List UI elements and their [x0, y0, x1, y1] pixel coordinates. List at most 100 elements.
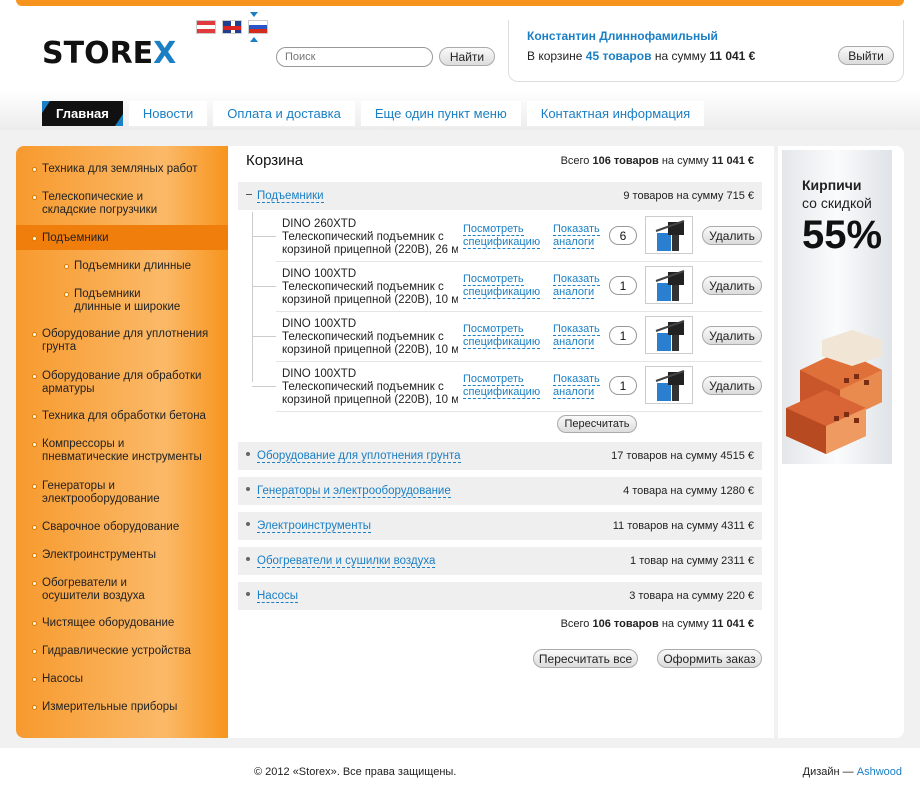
delete-button[interactable]: Удалить [702, 226, 762, 245]
sidebar-item-label: Подъемники длинные [74, 260, 191, 272]
cart-total-bottom: Всего 106 товаров на сумму 11 041 € [560, 618, 754, 630]
cart-group-open: Подъемники 9 товаров на сумму 715 € [238, 182, 762, 210]
cart-group-summary: 11 товаров на сумму 4311 € [612, 520, 754, 532]
user-name[interactable]: Константин Длиннофамильный [527, 29, 718, 43]
product-thumbnail[interactable] [645, 266, 693, 304]
show-analogs-link[interactable]: Показать аналоги [553, 373, 600, 399]
view-spec-link[interactable]: Посмотреть спецификацию [463, 273, 541, 299]
product-thumbnail[interactable] [645, 316, 693, 354]
banner-line2: со скидкой [802, 195, 872, 211]
search-input[interactable] [276, 47, 433, 67]
cart-total-top: Всего 106 товаров на сумму 11 041 € [560, 155, 754, 167]
bullet-icon [32, 621, 37, 626]
bullet-icon [32, 705, 37, 710]
sidebar-item-label: Сварочное оборудование [42, 521, 180, 533]
sidebar-item-label: Генераторы и электрооборудование [42, 480, 160, 505]
sidebar-item-label: Обогреватели и осушители воздуха [42, 577, 145, 602]
quantity-input[interactable] [609, 276, 637, 295]
flag-austria-icon[interactable] [196, 20, 216, 34]
sidebar-item-label: Чистящее оборудование [42, 617, 175, 629]
product-name: DINO 100XTD Телескопический подъемник с ко… [282, 268, 458, 306]
sidebar-item-label: Измерительные приборы [42, 701, 178, 713]
top-accent-bar [16, 0, 904, 6]
search-button[interactable]: Найти [439, 47, 495, 66]
bullet-icon [32, 167, 37, 172]
sidebar-item-label: Подъемники [42, 232, 109, 244]
bullet-icon [32, 553, 37, 558]
product-name: DINO 100XTD Телескопический подъемник с ко… [282, 368, 458, 406]
flag-russia-icon[interactable] [248, 20, 268, 34]
product-name: DINO 100XTD Телескопический подъемник с ко… [282, 318, 458, 356]
sidebar-item-label: Оборудование для обработки арматуры [42, 370, 202, 395]
nav-home[interactable]: Главная [42, 101, 123, 126]
expand-icon[interactable] [246, 452, 250, 456]
show-analogs-link[interactable]: Показать аналоги [553, 273, 600, 299]
product-name: DINO 260XTD Телескопический подъемник с ко… [282, 218, 458, 256]
view-spec-link[interactable]: Посмотреть спецификацию [463, 373, 541, 399]
view-spec-link[interactable]: Посмотреть спецификацию [463, 323, 541, 349]
sidebar-item-label: Насосы [42, 673, 83, 685]
cart-item-row: DINO 260XTD Телескопический подъемник с ко… [252, 212, 762, 262]
bullet-icon [32, 442, 37, 447]
cart-count-link[interactable]: 45 товаров [586, 49, 652, 63]
quantity-input[interactable] [609, 326, 637, 345]
logout-button[interactable]: Выйти [838, 46, 894, 65]
sidebar-item-label: Гидравлические устройства [42, 645, 191, 657]
delete-button[interactable]: Удалить [702, 376, 762, 395]
row-separator [276, 411, 762, 412]
view-spec-link[interactable]: Посмотреть спецификацию [463, 223, 541, 249]
promo-banner[interactable]: Кирпичи со скидкой 55% [778, 146, 904, 738]
expand-icon[interactable] [246, 592, 250, 596]
cart-group-name[interactable]: Обогреватели и сушилки воздуха [257, 555, 436, 568]
bullet-icon [32, 195, 37, 200]
expand-icon[interactable] [246, 522, 250, 526]
bullet-icon [32, 525, 37, 530]
bullet-icon [32, 677, 37, 682]
language-marker-icon [250, 12, 258, 17]
checkout-button[interactable]: Оформить заказ [657, 649, 762, 668]
show-analogs-link[interactable]: Показать аналоги [553, 323, 600, 349]
quantity-input[interactable] [609, 226, 637, 245]
tree-branch [252, 336, 276, 337]
cart-group: Насосы 3 товара на сумму 220 € [238, 582, 762, 610]
cart-group: Электроинструменты 11 товаров на сумму 43… [238, 512, 762, 540]
cart-group: Оборудование для уплотнения грунта 17 тов… [238, 442, 762, 470]
cart-group: Обогреватели и сушилки воздуха 1 товар на… [238, 547, 762, 575]
sidebar-item-label: Техника для земляных работ [42, 163, 198, 175]
flag-uk-icon[interactable] [222, 20, 242, 34]
nav-contacts[interactable]: Контактная информация [526, 101, 705, 126]
banner-line1: Кирпичи [802, 177, 862, 193]
delete-button[interactable]: Удалить [702, 326, 762, 345]
nav-another-item[interactable]: Еще один пункт меню [360, 101, 521, 126]
cart-group-name[interactable]: Подъемники [257, 190, 324, 203]
product-thumbnail[interactable] [645, 366, 693, 404]
recalc-button[interactable]: Пересчитать [557, 415, 637, 433]
copyright: © 2012 «Storex». Все права защищены. [254, 766, 457, 778]
delete-button[interactable]: Удалить [702, 276, 762, 295]
nav-news[interactable]: Новости [128, 101, 208, 126]
quantity-input[interactable] [609, 376, 637, 395]
tree-branch [252, 286, 276, 287]
cart-group-name[interactable]: Оборудование для уплотнения грунта [257, 450, 461, 463]
cart-group-name[interactable]: Электроинструменты [257, 520, 372, 533]
expand-icon[interactable] [246, 487, 250, 491]
recalc-all-button[interactable]: Пересчитать все [533, 649, 638, 668]
cart-group-name[interactable]: Генераторы и электрооборудование [257, 485, 451, 498]
collapse-icon[interactable] [246, 194, 252, 195]
product-thumbnail[interactable] [645, 216, 693, 254]
design-link[interactable]: Ashwood [857, 766, 902, 778]
bullet-icon [64, 264, 69, 269]
promo-banner-image: Кирпичи со скидкой 55% [782, 150, 892, 464]
show-analogs-link[interactable]: Показать аналоги [553, 223, 600, 249]
nav-payment-delivery[interactable]: Оплата и доставка [213, 101, 355, 126]
expand-icon[interactable] [246, 557, 250, 561]
footer: © 2012 «Storex». Все права защищены. Диз… [0, 748, 920, 794]
sidebar-item-label: Подъемники длинные и широкие [74, 288, 181, 313]
cart-group: Генераторы и электрооборудование 4 товара… [238, 477, 762, 505]
logo[interactable]: STOREX [42, 36, 176, 71]
cart-item-row: DINO 100XTD Телескопический подъемник с ко… [252, 262, 762, 312]
banner-discount: 55% [802, 213, 883, 257]
bullet-icon [32, 236, 37, 241]
cart-group-name[interactable]: Насосы [257, 590, 298, 603]
user-box: Константин Длиннофамильный В корзине 45 … [508, 20, 904, 82]
